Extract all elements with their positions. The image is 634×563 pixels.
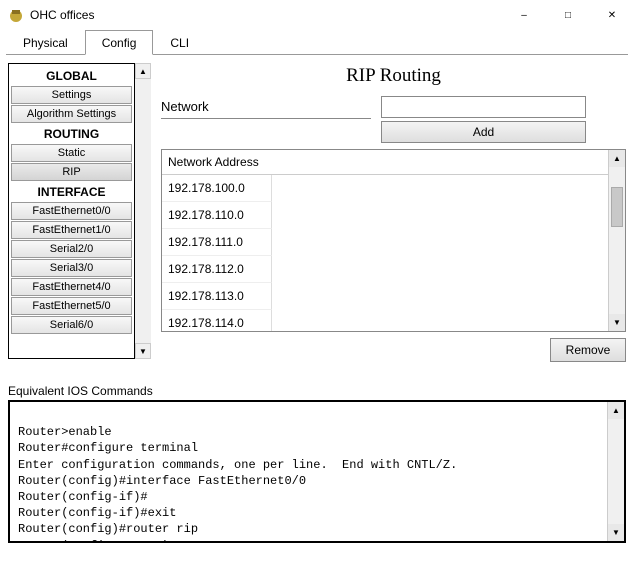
scroll-down-icon[interactable]: ▼ <box>609 314 625 331</box>
tab-physical[interactable]: Physical <box>6 30 85 54</box>
table-row[interactable]: 192.178.110.0 <box>162 202 272 229</box>
page-title: RIP Routing <box>161 65 626 87</box>
sidebar-scrollbar[interactable]: ▲ ▼ <box>135 63 151 359</box>
titlebar: OHC offices – □ ✕ <box>0 0 634 30</box>
section-header: GLOBAL <box>11 66 132 86</box>
table-scrollbar[interactable]: ▲ ▼ <box>608 150 625 331</box>
sidebar-item-static[interactable]: Static <box>11 144 132 162</box>
sidebar-item-fastethernet0-0[interactable]: FastEthernet0/0 <box>11 202 132 220</box>
section-header: INTERFACE <box>11 182 132 202</box>
table-row[interactable]: 192.178.111.0 <box>162 229 272 256</box>
window-title: OHC offices <box>30 8 502 22</box>
ios-scrollbar[interactable]: ▲ ▼ <box>607 402 624 541</box>
scroll-up-icon[interactable]: ▲ <box>608 402 624 419</box>
scroll-down-icon[interactable]: ▼ <box>135 343 151 359</box>
scroll-down-icon[interactable]: ▼ <box>608 524 624 541</box>
sidebar-item-serial6-0[interactable]: Serial6/0 <box>11 316 132 334</box>
sidebar-item-serial2-0[interactable]: Serial2/0 <box>11 240 132 258</box>
tab-config[interactable]: Config <box>85 30 154 55</box>
sidebar-item-settings[interactable]: Settings <box>11 86 132 104</box>
network-input[interactable] <box>381 96 586 118</box>
scroll-track[interactable] <box>135 79 151 343</box>
table-row[interactable]: 192.178.113.0 <box>162 283 272 310</box>
network-label: Network <box>161 95 371 119</box>
sidebar-item-serial3-0[interactable]: Serial3/0 <box>11 259 132 277</box>
tab-bar: Physical Config CLI <box>6 30 628 55</box>
table-row[interactable]: 192.178.112.0 <box>162 256 272 283</box>
ios-commands-label: Equivalent IOS Commands <box>8 384 626 398</box>
main-panel: RIP Routing Network Add Network Address1… <box>161 63 626 362</box>
ios-commands-output[interactable]: Router>enable Router#configure terminal … <box>10 402 607 541</box>
scroll-up-icon[interactable]: ▲ <box>609 150 625 167</box>
sidebar-item-fastethernet4-0[interactable]: FastEthernet4/0 <box>11 278 132 296</box>
table-row[interactable]: 192.178.100.0 <box>162 175 272 202</box>
app-icon <box>8 7 24 23</box>
ios-commands-box: Router>enable Router#configure terminal … <box>8 400 626 543</box>
config-sidebar: GLOBALSettingsAlgorithm SettingsROUTINGS… <box>8 63 135 359</box>
sidebar-item-fastethernet1-0[interactable]: FastEthernet1/0 <box>11 221 132 239</box>
sidebar-item-rip[interactable]: RIP <box>11 163 132 181</box>
sidebar-item-algorithm-settings[interactable]: Algorithm Settings <box>11 105 132 123</box>
add-button[interactable]: Add <box>381 121 586 143</box>
sidebar-item-fastethernet5-0[interactable]: FastEthernet5/0 <box>11 297 132 315</box>
minimize-button[interactable]: – <box>502 0 546 30</box>
close-button[interactable]: ✕ <box>590 0 634 30</box>
network-table: Network Address192.178.100.0192.178.110.… <box>161 149 626 332</box>
table-row[interactable]: 192.178.114.0 <box>162 310 272 331</box>
table-header: Network Address <box>162 150 608 175</box>
maximize-button[interactable]: □ <box>546 0 590 30</box>
scroll-thumb[interactable] <box>611 187 623 227</box>
remove-button[interactable]: Remove <box>550 338 626 362</box>
scroll-up-icon[interactable]: ▲ <box>135 63 151 79</box>
tab-cli[interactable]: CLI <box>153 30 206 54</box>
section-header: ROUTING <box>11 124 132 144</box>
